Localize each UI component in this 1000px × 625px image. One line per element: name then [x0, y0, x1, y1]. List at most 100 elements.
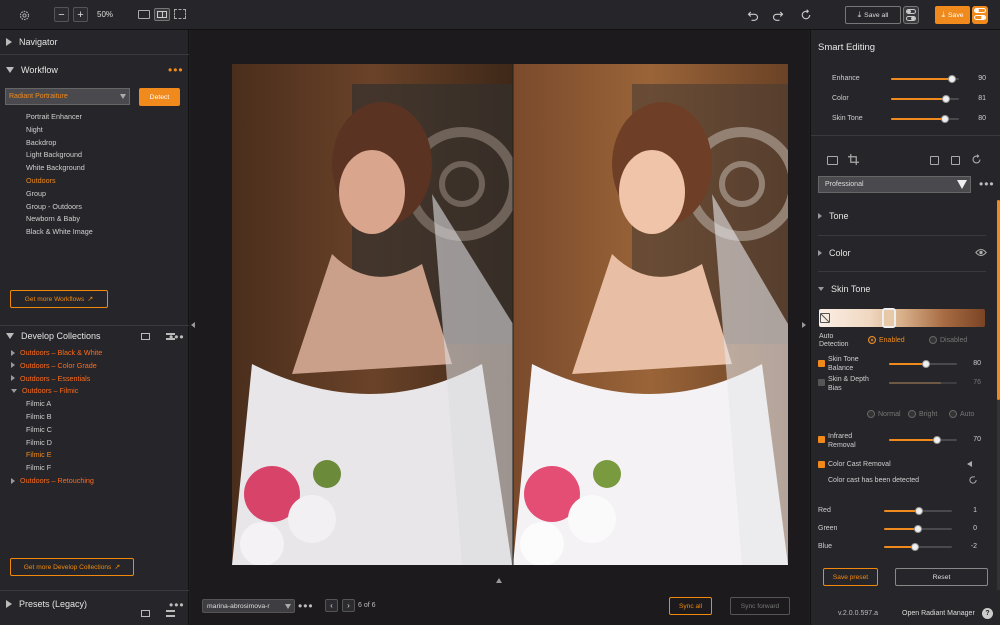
presets-more-icon[interactable]: ••• [169, 598, 185, 612]
skin-tone-balance-slider[interactable] [889, 360, 957, 368]
save-button[interactable]: ⤓ Save [935, 6, 970, 24]
collection-group[interactable]: Outdoors – Filmic [11, 386, 78, 395]
get-more-collections-button[interactable]: Get more Develop Collections ↗ [10, 558, 134, 576]
skin-depth-bias-checkbox[interactable] [818, 379, 825, 386]
skin-tone-handle[interactable] [882, 308, 896, 328]
skin-tone-picker[interactable] [819, 309, 985, 327]
collection-group[interactable]: Outdoors – Essentials [11, 374, 90, 383]
smart-slider-enhance[interactable] [891, 75, 959, 83]
help-icon[interactable]: ? [982, 608, 993, 619]
workflow-item[interactable]: White Background [26, 163, 85, 172]
reset-button[interactable]: Reset [895, 568, 988, 586]
photo-preview[interactable] [232, 64, 788, 565]
eyedropper-off-icon[interactable] [820, 313, 830, 323]
bias-bright-radio[interactable] [908, 410, 916, 418]
reset-cast-icon[interactable] [968, 475, 978, 485]
preset-more-icon[interactable]: ••• [979, 177, 995, 191]
collapse-left-icon[interactable] [967, 461, 972, 467]
get-more-workflows-button[interactable]: Get more Workflows ↗ [10, 290, 108, 308]
collection-preset-item[interactable]: Filmic D [26, 438, 52, 447]
workflow-select[interactable]: Radiant Portraiture [5, 88, 130, 105]
smart-slider-color[interactable] [891, 95, 959, 103]
refresh-icon[interactable] [799, 8, 813, 22]
preset-select[interactable]: Professional [818, 176, 971, 193]
grid-view-icon[interactable] [141, 610, 150, 617]
collection-group[interactable]: Outdoors – Color Grade [11, 361, 97, 370]
infrared-removal-slider[interactable] [889, 436, 957, 444]
collection-group[interactable]: Outdoors – Retouching [11, 476, 94, 485]
rotate-icon[interactable] [971, 154, 982, 165]
collection-preset-item[interactable]: Filmic F [26, 463, 51, 472]
flip-vertical-icon[interactable] [930, 156, 939, 165]
file-more-icon[interactable]: ••• [298, 599, 314, 613]
slider-knob[interactable] [911, 543, 920, 551]
collection-preset-item[interactable]: Filmic C [26, 425, 52, 434]
bias-auto-radio[interactable] [949, 410, 957, 418]
bias-normal-radio[interactable] [867, 410, 875, 418]
slider-knob[interactable] [948, 75, 957, 83]
save-all-options-toggle[interactable] [903, 6, 919, 24]
image-icon[interactable] [827, 156, 838, 165]
tone-header[interactable]: Tone [818, 211, 849, 221]
file-select[interactable]: marina-abrosimova-r [202, 599, 295, 613]
slider-knob[interactable] [941, 115, 950, 123]
auto-detection-disabled-radio[interactable] [929, 336, 937, 344]
single-view-icon[interactable] [138, 10, 150, 19]
skin-depth-bias-slider[interactable] [889, 382, 957, 384]
save-options-toggle[interactable] [972, 6, 988, 24]
prev-image-button[interactable]: ‹ [325, 599, 338, 612]
navigator-header[interactable]: Navigator [6, 37, 58, 47]
save-preset-button[interactable]: Save preset [823, 568, 878, 586]
workflow-more-icon[interactable]: ••• [168, 63, 184, 77]
detect-button[interactable]: Detect [139, 88, 180, 106]
split-view-icon[interactable] [154, 8, 170, 21]
gear-icon[interactable] [17, 8, 31, 22]
eye-icon[interactable] [975, 248, 987, 257]
workflow-item[interactable]: Newborn & Baby [26, 214, 80, 223]
rgb-slider-red[interactable] [884, 507, 952, 515]
undo-icon[interactable] [746, 8, 760, 22]
color-header[interactable]: Color [818, 248, 851, 258]
save-all-button[interactable]: ⤓ Save all [845, 6, 901, 24]
collection-preset-item[interactable]: Filmic E [26, 450, 52, 459]
presets-header[interactable]: Presets (Legacy) [6, 599, 87, 609]
collection-preset-item[interactable]: Filmic B [26, 412, 52, 421]
workflow-item[interactable]: Night [26, 125, 43, 134]
rgb-slider-green[interactable] [884, 525, 952, 533]
collections-more-icon[interactable]: ••• [169, 330, 185, 344]
workflow-item[interactable]: Black & White Image [26, 227, 93, 236]
next-image-button[interactable]: › [342, 599, 355, 612]
auto-detection-enabled-radio[interactable] [868, 336, 876, 344]
workflow-item[interactable]: Backdrop [26, 138, 56, 147]
compare-view-icon[interactable] [174, 9, 186, 19]
slider-knob[interactable] [932, 436, 941, 444]
slider-knob[interactable] [914, 525, 922, 533]
open-radiant-manager-link[interactable]: Open Radiant Manager [902, 610, 975, 617]
crop-icon[interactable] [848, 154, 859, 165]
sync-all-button[interactable]: Sync all [669, 597, 712, 615]
skin-tone-balance-checkbox[interactable] [818, 360, 825, 367]
collection-preset-item[interactable]: Filmic A [26, 399, 51, 408]
sync-forward-button[interactable]: Sync forward [730, 597, 790, 615]
workflow-item[interactable]: Group [26, 189, 46, 198]
color-cast-removal-checkbox[interactable] [818, 461, 825, 468]
workflow-item[interactable]: Group - Outdoors [26, 202, 82, 211]
zoom-out-button[interactable]: − [54, 7, 69, 22]
filmstrip-toggle-icon[interactable] [496, 578, 502, 583]
infrared-removal-checkbox[interactable] [818, 436, 825, 443]
slider-knob[interactable] [921, 360, 930, 368]
collapse-right-icon[interactable] [802, 322, 806, 328]
flip-horizontal-icon[interactable] [951, 156, 960, 165]
workflow-header[interactable]: Workflow [6, 65, 58, 75]
grid-view-icon[interactable] [141, 333, 150, 340]
collection-group[interactable]: Outdoors – Black & White [11, 348, 102, 357]
workflow-item[interactable]: Portrait Enhancer [26, 112, 82, 121]
zoom-in-button[interactable]: + [73, 7, 88, 22]
workflow-item[interactable]: Light Background [26, 150, 82, 159]
workflow-item[interactable]: Outdoors [26, 176, 56, 185]
slider-knob[interactable] [915, 507, 924, 515]
rgb-slider-blue[interactable] [884, 543, 952, 551]
develop-collections-header[interactable]: Develop Collections [6, 331, 101, 341]
collapse-left-icon[interactable] [191, 322, 195, 328]
slider-knob[interactable] [942, 95, 951, 103]
